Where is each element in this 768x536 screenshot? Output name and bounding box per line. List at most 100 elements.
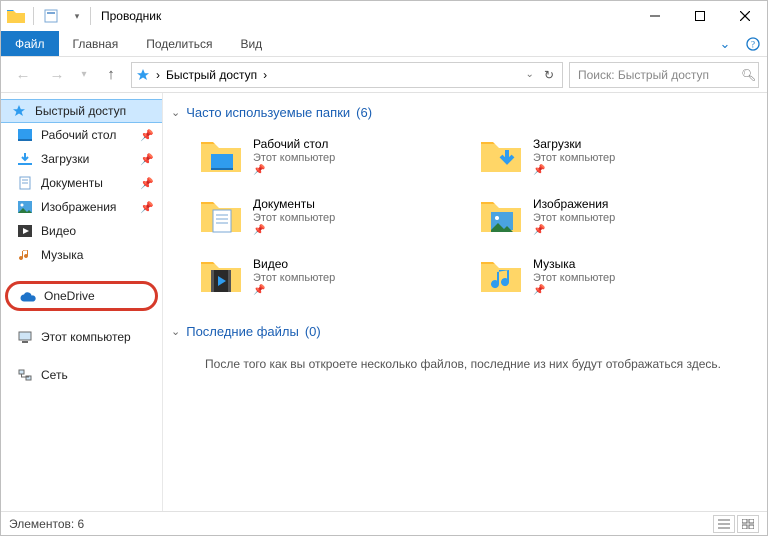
sidebar-item-label: Музыка — [41, 248, 83, 262]
help-icon[interactable]: ? — [739, 31, 767, 56]
pin-icon: 📌 — [533, 285, 545, 296]
folder-videos[interactable]: Видео Этот компьютер 📌 — [199, 250, 429, 302]
folder-music[interactable]: Музыка Этот компьютер 📌 — [479, 250, 709, 302]
folder-name: Музыка — [533, 257, 615, 271]
folder-documents[interactable]: Документы Этот компьютер 📌 — [199, 190, 429, 242]
pictures-icon — [17, 199, 33, 215]
chevron-right-icon[interactable]: › — [263, 68, 267, 82]
sidebar-item-music[interactable]: Музыка — [1, 243, 162, 267]
sidebar-onedrive[interactable]: OneDrive — [8, 284, 155, 308]
folder-icon — [479, 134, 523, 178]
close-button[interactable] — [722, 1, 767, 31]
content-pane: ⌄ Часто используемые папки (6) Рабочий с… — [163, 93, 767, 511]
pin-icon: 📌 — [140, 177, 154, 190]
sidebar-item-label: Изображения — [41, 200, 116, 214]
quick-access-icon — [136, 68, 150, 82]
sidebar-this-pc[interactable]: Этот компьютер — [1, 325, 162, 349]
frequent-folders-grid: Рабочий стол Этот компьютер 📌 Загрузки Э… — [171, 130, 755, 302]
status-elements-label: Элементов: — [9, 517, 74, 531]
sidebar-item-pictures[interactable]: Изображения 📌 — [1, 195, 162, 219]
maximize-button[interactable] — [677, 1, 722, 31]
sidebar-item-label: Загрузки — [41, 152, 89, 166]
explorer-icon — [5, 5, 27, 27]
videos-icon — [17, 223, 33, 239]
sidebar-item-downloads[interactable]: Загрузки 📌 — [1, 147, 162, 171]
tab-home[interactable]: Главная — [59, 31, 133, 56]
breadcrumb-root[interactable]: Быстрый доступ — [166, 68, 257, 82]
nav-up-button[interactable]: ↑ — [97, 61, 125, 89]
sidebar-network[interactable]: Сеть — [1, 363, 162, 387]
view-toggle — [713, 515, 759, 533]
section-title: Часто используемые папки — [186, 105, 350, 120]
folder-name: Изображения — [533, 197, 615, 211]
address-row: ← → ▾ ↑ › Быстрый доступ › ⌄ ↻ 🔍︎ — [1, 57, 767, 93]
onedrive-highlight: OneDrive — [5, 281, 158, 311]
pin-icon: 📌 — [253, 285, 265, 296]
body: Быстрый доступ Рабочий стол 📌 Загрузки 📌… — [1, 93, 767, 511]
status-elements-count: 6 — [78, 517, 85, 531]
titlebar: ▾ Проводник — [1, 1, 767, 31]
window-title: Проводник — [93, 9, 632, 23]
section-count: (0) — [305, 324, 321, 339]
folder-name: Рабочий стол — [253, 137, 335, 151]
documents-icon — [17, 175, 33, 191]
quick-access-toolbar: ▾ — [1, 1, 93, 31]
sidebar-item-label: Быстрый доступ — [35, 104, 126, 118]
pc-icon — [17, 329, 33, 345]
folder-location: Этот компьютер — [533, 272, 615, 284]
folder-desktop[interactable]: Рабочий стол Этот компьютер 📌 — [199, 130, 429, 182]
nav-forward-button[interactable]: → — [43, 61, 71, 89]
folder-name: Документы — [253, 197, 335, 211]
window-controls — [632, 1, 767, 31]
nav-back-button[interactable]: ← — [9, 61, 37, 89]
section-title: Последние файлы — [186, 324, 299, 339]
nav-recent-dropdown[interactable]: ▾ — [77, 61, 91, 89]
sidebar-quick-access[interactable]: Быстрый доступ — [1, 99, 162, 123]
folder-pictures[interactable]: Изображения Этот компьютер 📌 — [479, 190, 709, 242]
sidebar-item-label: Рабочий стол — [41, 128, 116, 142]
folder-icon — [199, 134, 243, 178]
tab-view[interactable]: Вид — [226, 31, 276, 56]
sidebar-item-desktop[interactable]: Рабочий стол 📌 — [1, 123, 162, 147]
pin-icon: 📌 — [140, 153, 154, 166]
refresh-icon[interactable]: ↻ — [540, 68, 558, 82]
folder-location: Этот компьютер — [533, 212, 615, 224]
chevron-down-icon: ⌄ — [171, 106, 180, 119]
ribbon-tabs: Файл Главная Поделиться Вид ⌄ ? — [1, 31, 767, 57]
downloads-icon — [17, 151, 33, 167]
view-large-icons-button[interactable] — [737, 515, 759, 533]
address-dropdown-icon[interactable]: ⌄ — [526, 69, 534, 80]
qat-properties-icon[interactable] — [40, 5, 62, 27]
chevron-right-icon[interactable]: › — [156, 68, 160, 82]
recent-empty-message: После того как вы откроете несколько фай… — [171, 357, 755, 371]
tab-share[interactable]: Поделиться — [132, 31, 226, 56]
section-count: (6) — [356, 105, 372, 120]
search-box[interactable]: 🔍︎ — [569, 62, 759, 88]
pin-icon: 📌 — [253, 225, 265, 236]
folder-icon — [479, 254, 523, 298]
sidebar-item-videos[interactable]: Видео — [1, 219, 162, 243]
sidebar-item-label: Этот компьютер — [41, 330, 131, 344]
qat-dropdown-icon[interactable]: ▾ — [70, 5, 84, 27]
ribbon-collapse-icon[interactable]: ⌄ — [711, 31, 739, 56]
folder-name: Видео — [253, 257, 335, 271]
search-input[interactable] — [576, 67, 735, 83]
search-icon[interactable]: 🔍︎ — [741, 68, 756, 82]
tab-file[interactable]: Файл — [1, 31, 59, 56]
sidebar-item-documents[interactable]: Документы 📌 — [1, 171, 162, 195]
folder-downloads[interactable]: Загрузки Этот компьютер 📌 — [479, 130, 709, 182]
pin-icon: 📌 — [140, 129, 154, 142]
network-icon — [17, 367, 33, 383]
status-bar: Элементов: 6 — [1, 511, 767, 535]
pin-icon: 📌 — [253, 165, 265, 176]
pin-icon: 📌 — [140, 201, 154, 214]
onedrive-icon — [20, 288, 36, 304]
section-recent-files[interactable]: ⌄ Последние файлы (0) — [171, 324, 755, 339]
folder-location: Этот компьютер — [253, 152, 335, 164]
address-bar[interactable]: › Быстрый доступ › ⌄ ↻ — [131, 62, 563, 88]
folder-icon — [199, 254, 243, 298]
view-details-button[interactable] — [713, 515, 735, 533]
section-frequent-folders[interactable]: ⌄ Часто используемые папки (6) — [171, 105, 755, 120]
star-icon — [11, 103, 27, 119]
minimize-button[interactable] — [632, 1, 677, 31]
